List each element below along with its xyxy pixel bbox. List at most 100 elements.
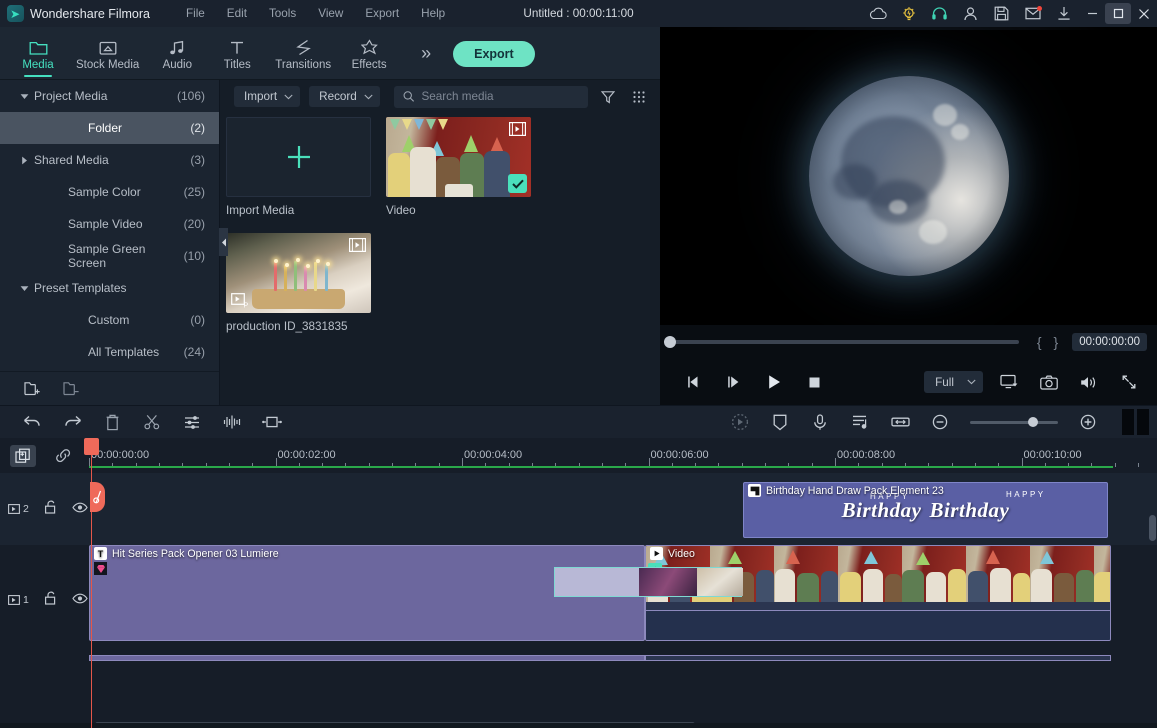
timeline-ruler[interactable]: 00:00:00:00 00:00:02:00 00:00:04:00 00:00:0… [89, 438, 1157, 473]
track-lower-lane[interactable] [89, 655, 1157, 728]
menu-export[interactable]: Export [365, 7, 399, 20]
timeline-vertical-scrollbar[interactable] [1149, 515, 1156, 541]
split-scissors-icon[interactable] [132, 406, 172, 439]
track-2-eye-icon[interactable] [72, 500, 88, 518]
maximize-button[interactable] [1105, 3, 1131, 24]
library-item-shared-media[interactable]: Shared Media (3) [0, 144, 219, 176]
mail-icon[interactable] [1017, 0, 1048, 27]
new-folder-icon[interactable] [24, 381, 41, 396]
save-icon[interactable] [986, 0, 1017, 27]
tab-titles[interactable]: Titles [207, 27, 267, 80]
undo-icon[interactable] [12, 406, 52, 439]
export-button[interactable]: Export [453, 40, 535, 67]
timeline-clip-title-tail[interactable] [89, 655, 645, 661]
timeline-zoom-knob[interactable] [1028, 417, 1039, 427]
chevron-right-icon[interactable] [14, 156, 34, 165]
fullscreen-icon[interactable] [1109, 359, 1149, 405]
track-1-lane[interactable]: T Hit Series Pack Opener 03 Lumiere Vide… [89, 545, 1157, 655]
track-2-lock-icon[interactable] [44, 500, 57, 519]
media-cell-video[interactable]: Video [386, 117, 531, 217]
timeline-transition-overlay[interactable] [554, 567, 743, 597]
track-1-eye-icon[interactable] [72, 591, 88, 609]
prev-frame-button[interactable] [674, 359, 714, 405]
preview-scrub-track[interactable] [664, 336, 1019, 348]
auto-ripple-icon[interactable] [10, 444, 36, 467]
search-input[interactable] [421, 90, 579, 103]
library-item-sample-color[interactable]: Sample Color (25) [0, 176, 219, 208]
menu-file[interactable]: File [186, 7, 205, 20]
more-tabs-chevron-icon[interactable]: » [411, 27, 441, 80]
collapse-library-handle[interactable] [219, 228, 228, 256]
account-icon[interactable] [955, 0, 986, 27]
remove-folder-icon[interactable] [63, 381, 80, 396]
tab-audio[interactable]: Audio [147, 27, 207, 80]
track-1-lock-icon[interactable] [44, 591, 57, 610]
record-dropdown[interactable]: Record [309, 86, 380, 107]
voiceover-mic-icon[interactable] [800, 406, 840, 439]
next-frame-button[interactable] [714, 359, 754, 405]
library-item-sample-video[interactable]: Sample Video (20) [0, 208, 219, 240]
chevron-down-icon[interactable] [14, 285, 34, 292]
crop-icon[interactable] [252, 406, 292, 439]
filter-icon[interactable] [597, 86, 619, 108]
timeline-clip-element[interactable]: Birthday Birthday HAPPY HAPPY Birthday H… [743, 482, 1108, 538]
import-media-tile[interactable] [226, 117, 371, 197]
library-item-preset-templates[interactable]: Preset Templates [0, 272, 219, 304]
tab-media[interactable]: Media [8, 27, 68, 80]
library-item-project-media[interactable]: Project Media (106) [0, 80, 219, 112]
marker-icon[interactable] [760, 406, 800, 439]
link-icon[interactable] [50, 445, 76, 467]
cloud-icon[interactable] [862, 0, 893, 27]
mark-in-button[interactable]: { [1031, 334, 1048, 350]
zoom-in-button[interactable] [1068, 406, 1108, 439]
grid-view-icon[interactable] [628, 86, 650, 108]
tab-stock-media[interactable]: Stock Media [68, 27, 147, 80]
redo-icon[interactable] [52, 406, 92, 439]
audio-mixer-icon[interactable] [840, 406, 880, 439]
tab-transitions[interactable]: Transitions [267, 27, 339, 80]
library-item-sample-green-screen[interactable]: Sample Green Screen (10) [0, 240, 219, 272]
tab-effects[interactable]: Effects [339, 27, 399, 80]
volume-icon[interactable] [1069, 359, 1109, 405]
import-dropdown[interactable]: Import [234, 86, 301, 107]
media-cell-production[interactable]: P production ID_3831835 [226, 233, 371, 333]
menu-edit[interactable]: Edit [227, 7, 247, 20]
delete-icon[interactable] [92, 406, 132, 439]
search-field[interactable] [393, 85, 588, 108]
lightbulb-icon[interactable] [893, 0, 924, 27]
mark-out-button[interactable]: } [1048, 334, 1065, 350]
video-thumbnail-cake[interactable]: P [226, 233, 371, 313]
playhead-handle[interactable] [84, 438, 99, 455]
color-settings-icon[interactable] [172, 406, 212, 439]
stop-button[interactable] [794, 359, 834, 405]
timeline-playhead[interactable] [84, 438, 105, 728]
snapshot-camera-icon[interactable] [1029, 359, 1069, 405]
headphones-icon[interactable] [924, 0, 955, 27]
preview-stage[interactable] [660, 27, 1157, 325]
zoom-out-button[interactable] [920, 406, 960, 439]
track-2-lane[interactable]: Birthday Birthday HAPPY HAPPY Birthday H… [89, 473, 1157, 545]
display-settings-icon[interactable] [989, 359, 1029, 405]
menu-help[interactable]: Help [421, 7, 445, 20]
library-item-folder[interactable]: Folder (2) [0, 112, 219, 144]
timeline-zoom-slider[interactable] [970, 417, 1058, 427]
close-button[interactable] [1131, 0, 1157, 27]
timeline-view-thumbs[interactable] [1122, 409, 1149, 435]
fit-timeline-icon[interactable] [880, 406, 920, 439]
preview-quality-dropdown[interactable]: Full [924, 371, 983, 393]
library-item-custom[interactable]: Custom (0) [0, 304, 219, 336]
preview-timecode[interactable]: 00:00:00:00 [1072, 333, 1147, 351]
timeline-clip-video-tail[interactable] [645, 655, 1111, 661]
menu-tools[interactable]: Tools [269, 7, 296, 20]
render-preview-icon[interactable] [720, 406, 760, 439]
chevron-down-icon[interactable] [14, 93, 34, 100]
menu-view[interactable]: View [318, 7, 343, 20]
audio-waveform-icon[interactable] [212, 406, 252, 439]
media-cell-import[interactable]: Import Media [226, 117, 371, 217]
video-thumbnail-party[interactable] [386, 117, 531, 197]
preview-scrub-knob[interactable] [664, 336, 676, 348]
minimize-button[interactable] [1079, 0, 1105, 27]
download-icon[interactable] [1048, 0, 1079, 27]
library-item-all-templates[interactable]: All Templates (24) [0, 336, 219, 368]
play-button[interactable] [754, 359, 794, 405]
